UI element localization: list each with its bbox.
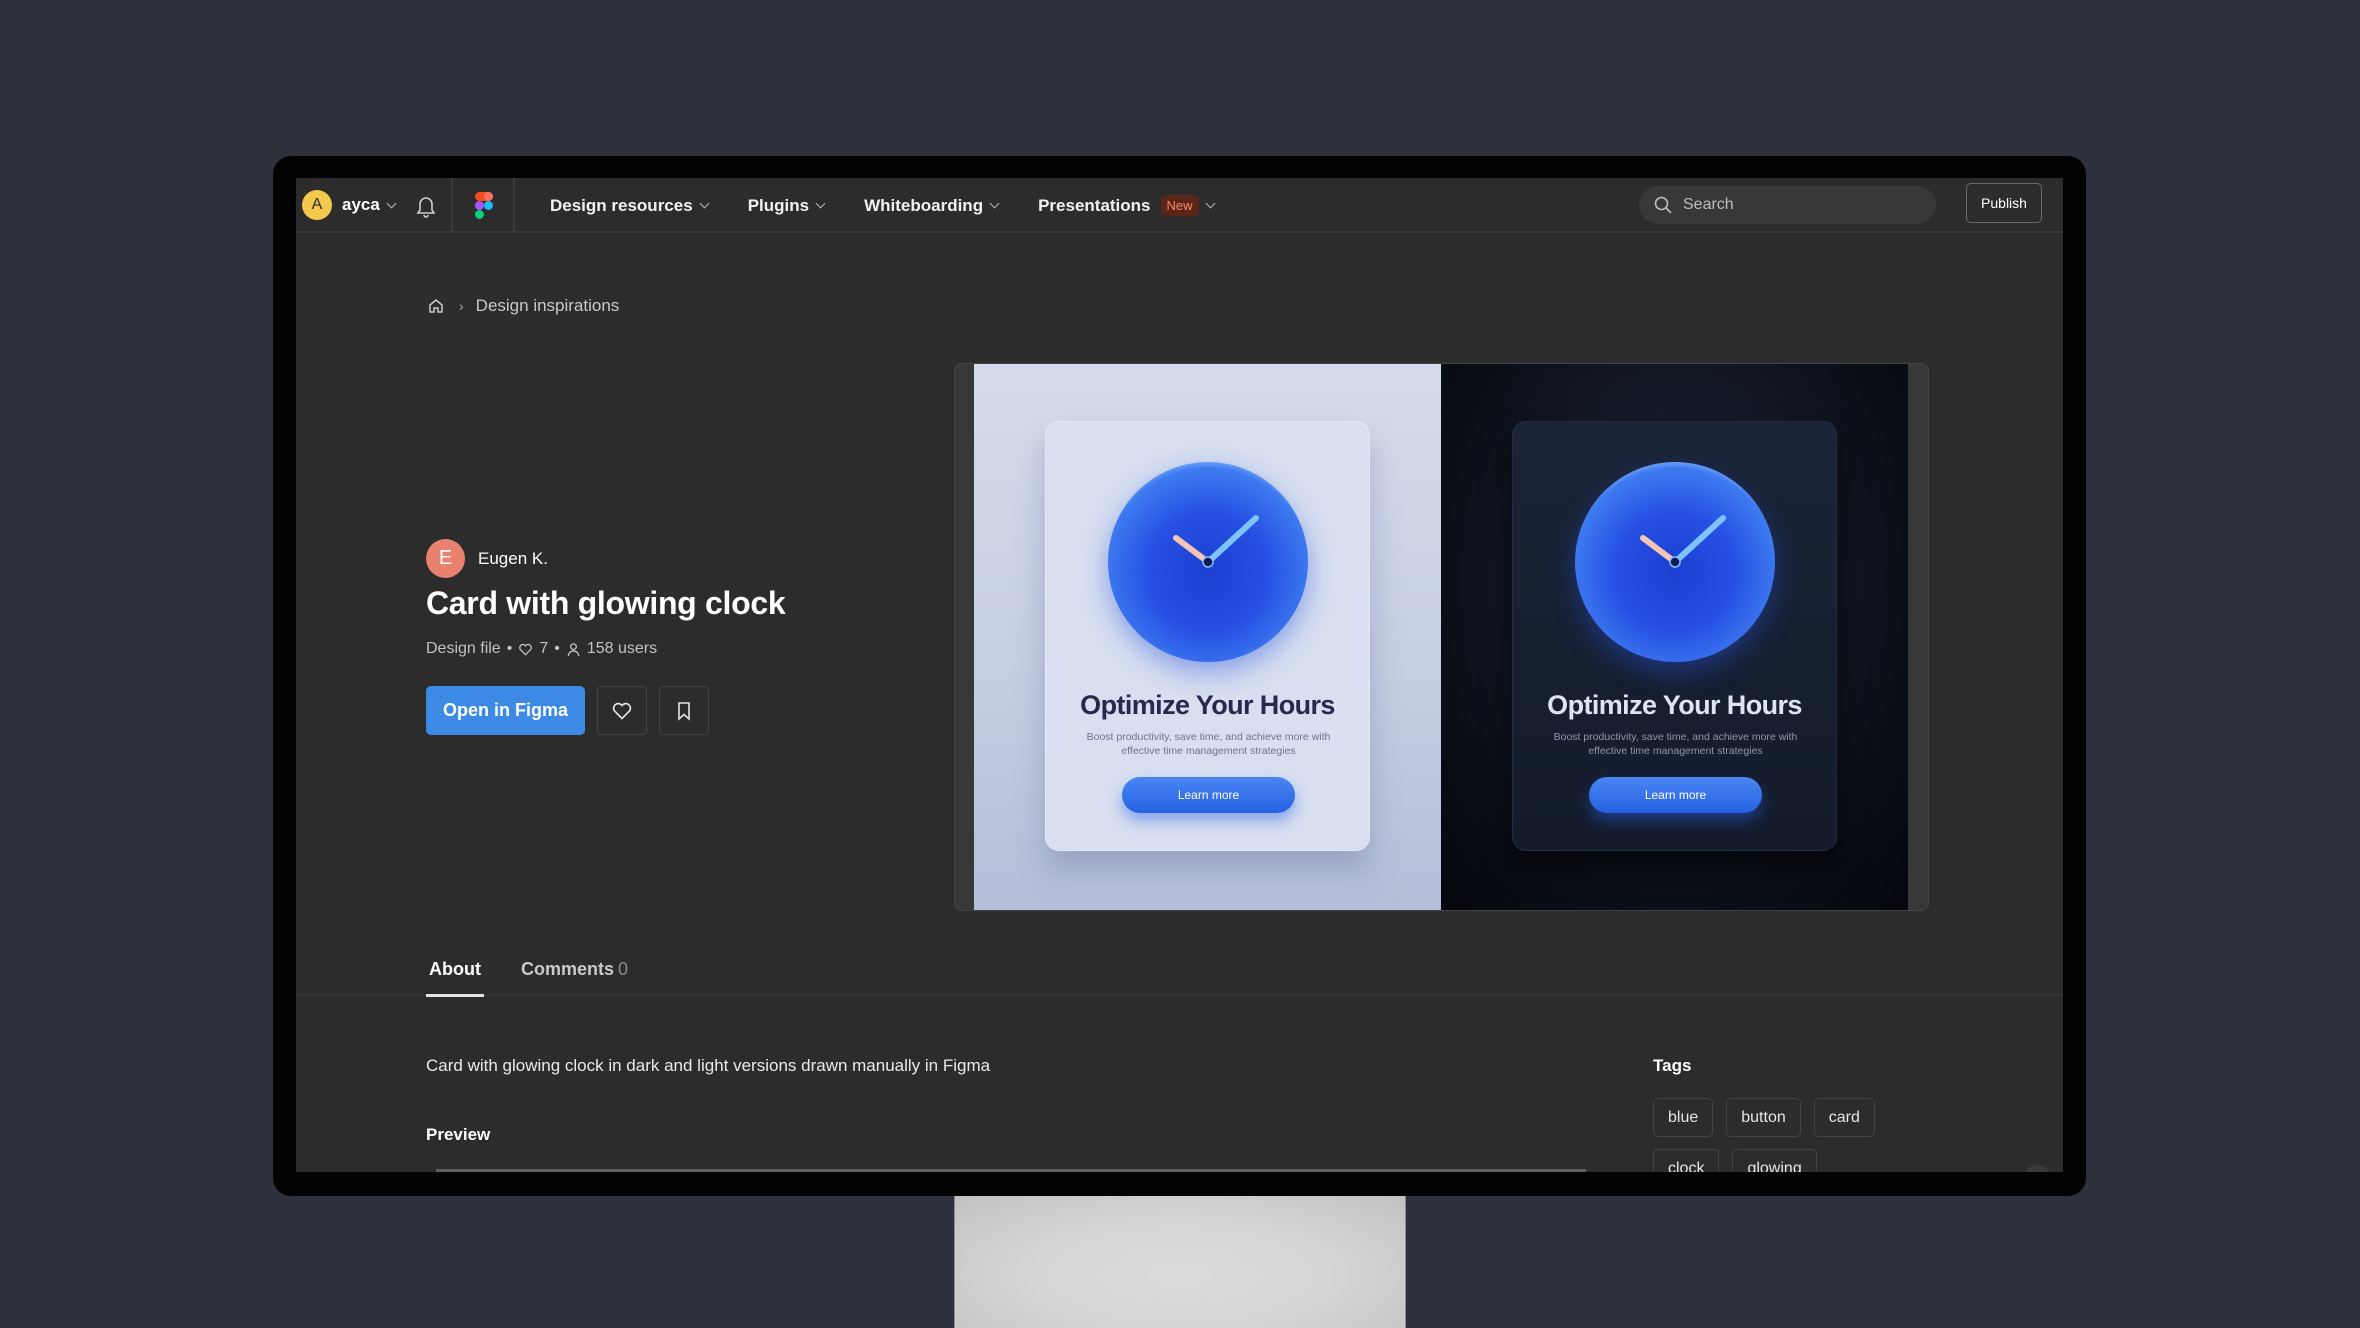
menu-design-resources[interactable]: Design resources bbox=[550, 195, 710, 216]
tabs: About Comments 0 bbox=[296, 959, 2063, 997]
likes-count: 7 bbox=[539, 640, 549, 657]
user-icon bbox=[567, 642, 580, 656]
tab-label: Comments bbox=[521, 959, 615, 979]
tab-label: About bbox=[429, 959, 481, 979]
chevron-down-icon bbox=[699, 198, 710, 209]
figma-logo-icon[interactable] bbox=[474, 191, 494, 221]
card-title: Optimize Your Hours bbox=[1547, 690, 1802, 720]
menu-label: Presentations bbox=[1038, 195, 1151, 215]
new-badge: New bbox=[1160, 195, 1199, 216]
nav-divider bbox=[513, 178, 515, 233]
preview-image[interactable]: Optimize Your Hours Boost productivity, … bbox=[954, 363, 1929, 911]
resource-meta: Design file • 7 • 158 users bbox=[426, 640, 657, 658]
tags-heading: Tags bbox=[1653, 1056, 1692, 1075]
author[interactable]: E Eugen K. bbox=[426, 539, 548, 578]
learn-more-button: Learn more bbox=[1589, 777, 1762, 813]
card-title: Optimize Your Hours bbox=[1080, 690, 1335, 720]
clock-icon bbox=[1108, 462, 1308, 662]
resource-type: Design file bbox=[426, 640, 501, 657]
menu-presentations[interactable]: Presentations New bbox=[1038, 195, 1215, 216]
menu-plugins[interactable]: Plugins bbox=[747, 195, 826, 216]
preview-heading: Preview bbox=[426, 1125, 491, 1144]
breadcrumb-design-inspirations[interactable]: Design inspirations bbox=[476, 296, 620, 316]
tag-blue[interactable]: blue bbox=[1653, 1098, 1714, 1137]
top-nav: A ayca Design resources Plugins Whiteboa… bbox=[296, 178, 2063, 233]
about-description: Card with glowing clock in dark and ligh… bbox=[426, 1056, 991, 1075]
tab-about[interactable]: About bbox=[426, 959, 484, 997]
meta-separator: • bbox=[554, 640, 560, 657]
tag-button[interactable]: button bbox=[1726, 1098, 1801, 1137]
tag-card[interactable]: card bbox=[1813, 1098, 1875, 1137]
chevron-down-icon bbox=[815, 198, 826, 209]
light-version-panel: Optimize Your Hours Boost productivity, … bbox=[974, 364, 1441, 910]
tab-comments[interactable]: Comments 0 bbox=[521, 959, 628, 996]
menu-whiteboarding[interactable]: Whiteboarding bbox=[864, 195, 1000, 216]
resource-title: Card with glowing clock bbox=[426, 585, 786, 621]
chevron-down-icon bbox=[989, 198, 1000, 209]
home-icon[interactable] bbox=[427, 297, 445, 315]
nav-divider bbox=[451, 178, 453, 233]
dark-card: Optimize Your Hours Boost productivity, … bbox=[1512, 421, 1837, 851]
preview-divider bbox=[436, 1169, 1586, 1172]
help-button[interactable] bbox=[2023, 1165, 2051, 1172]
author-name: Eugen K. bbox=[478, 548, 548, 568]
like-button[interactable] bbox=[597, 686, 647, 735]
main-menu: Design resources Plugins Whiteboarding P… bbox=[550, 178, 1254, 233]
open-in-figma-button[interactable]: Open in Figma bbox=[426, 686, 585, 735]
card-description: Boost productivity, save time, and achie… bbox=[1086, 731, 1331, 757]
breadcrumb-separator-icon: › bbox=[459, 298, 464, 314]
bookmark-icon bbox=[678, 701, 690, 721]
monitor-screen: A ayca Design resources Plugins Whiteboa… bbox=[296, 178, 2063, 1172]
light-card: Optimize Your Hours Boost productivity, … bbox=[1045, 421, 1370, 851]
search-placeholder: Search bbox=[1683, 196, 1734, 213]
menu-label: Plugins bbox=[747, 195, 810, 215]
monitor-stand bbox=[954, 1196, 1406, 1328]
publish-button[interactable]: Publish bbox=[1966, 183, 2042, 223]
heart-icon bbox=[519, 643, 533, 656]
tag-clock[interactable]: clock bbox=[1653, 1149, 1720, 1172]
comments-count: 0 bbox=[618, 959, 629, 979]
meta-separator: • bbox=[506, 640, 513, 657]
user-avatar: A bbox=[302, 190, 332, 220]
search-input[interactable]: Search bbox=[1639, 186, 1936, 224]
author-avatar: E bbox=[426, 539, 465, 578]
clock-icon bbox=[1575, 462, 1775, 662]
menu-label: Design resources bbox=[550, 195, 693, 215]
users-count: 158 users bbox=[586, 640, 658, 657]
user-name: ayca bbox=[342, 195, 380, 214]
tags-list: blue button card clock glowing bbox=[1653, 1098, 1913, 1172]
bookmark-button[interactable] bbox=[659, 686, 709, 735]
dark-version-panel: Optimize Your Hours Boost productivity, … bbox=[1441, 364, 1908, 910]
chevron-down-icon bbox=[1205, 198, 1215, 209]
learn-more-button: Learn more bbox=[1122, 777, 1295, 813]
heart-icon bbox=[612, 702, 632, 720]
menu-label: Whiteboarding bbox=[864, 195, 984, 215]
notification-bell-icon[interactable] bbox=[414, 193, 438, 219]
chevron-down-icon bbox=[386, 198, 397, 208]
search-icon bbox=[1654, 196, 1672, 214]
card-description: Boost productivity, save time, and achie… bbox=[1553, 731, 1798, 757]
user-menu[interactable]: A ayca bbox=[302, 190, 397, 220]
breadcrumb: › Design inspirations bbox=[427, 291, 619, 321]
tag-glowing[interactable]: glowing bbox=[1732, 1149, 1817, 1172]
